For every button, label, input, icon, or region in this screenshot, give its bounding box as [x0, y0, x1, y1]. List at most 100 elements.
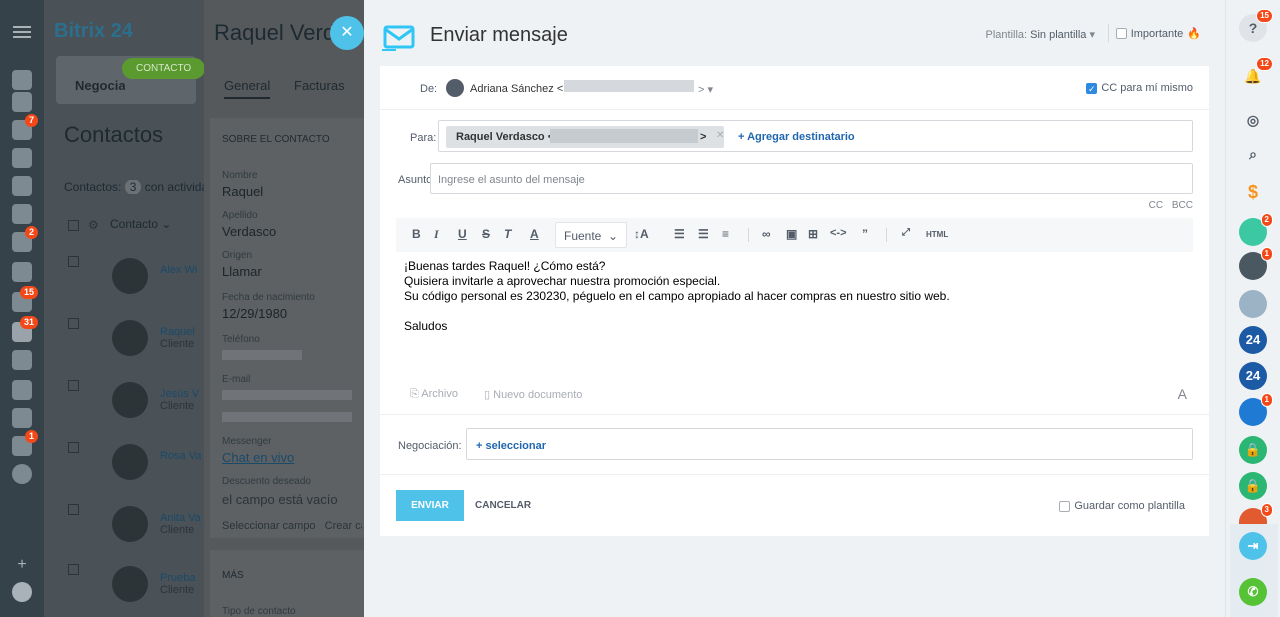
quote-icon[interactable]: ” [862, 227, 868, 241]
feed-icon[interactable] [12, 92, 32, 112]
contact-pill[interactable]: CONTACTO [122, 58, 206, 79]
groups-icon[interactable] [12, 262, 32, 282]
numbered-list-icon[interactable]: ☰ [674, 227, 685, 241]
code-icon[interactable]: <-> [830, 227, 847, 239]
phone-icon[interactable]: ✆ [1239, 578, 1267, 606]
star-icon[interactable]: ☆ [169, 126, 185, 146]
row-checkbox[interactable] [68, 504, 79, 515]
important-toggle[interactable]: Importante 🔥 [1115, 27, 1201, 40]
contact-name[interactable]: Jesús V [160, 388, 199, 400]
bullet-list-icon[interactable]: ☰ [698, 227, 709, 241]
plus-icon[interactable]: + [12, 556, 32, 576]
cancel-button[interactable]: CANCELAR [475, 500, 531, 511]
fullscreen-icon[interactable]: ⤢ [902, 227, 910, 238]
table-row[interactable]: Rosa Va [64, 436, 214, 496]
underline-button[interactable]: U [458, 227, 467, 241]
select-all-checkbox[interactable] [68, 220, 79, 231]
lock-icon[interactable]: 🔒 [1239, 472, 1267, 500]
dollar-icon[interactable]: $ [1239, 178, 1267, 206]
add-recipient-link[interactable]: + Agregar destinatario [738, 131, 855, 143]
deal-field[interactable] [466, 428, 1193, 460]
link-icon[interactable]: ∞ [762, 227, 771, 241]
messenger-link[interactable]: Chat en vivo [222, 450, 294, 465]
document-icon[interactable] [12, 176, 32, 196]
table-row[interactable]: Jesús V Cliente [64, 374, 214, 434]
mail-icon[interactable]: 2 [12, 226, 38, 252]
contact-name[interactable]: Raquel [160, 326, 195, 338]
pinwheel-icon[interactable] [12, 70, 32, 90]
send-button[interactable]: ENVIAR [396, 490, 464, 521]
settings-icon[interactable] [12, 530, 32, 550]
sender-dropdown[interactable]: > ▾ [698, 83, 713, 96]
contact-center-icon[interactable] [12, 408, 32, 428]
messages-icon[interactable]: ◎ [1239, 106, 1267, 134]
table-row[interactable]: Alex Wi [64, 250, 214, 310]
cart-icon[interactable] [12, 380, 32, 400]
gear-icon[interactable]: ⚙ [88, 218, 99, 232]
new-document-button[interactable]: ▯ Nuevo documento [484, 388, 582, 401]
column-header-contact[interactable]: Contacto ⌄ [110, 217, 171, 231]
avatar[interactable] [1239, 290, 1267, 318]
row-checkbox[interactable] [68, 380, 79, 391]
calendar-icon[interactable]: 2 [1239, 213, 1273, 246]
bcc-link[interactable]: BCC [1172, 200, 1193, 211]
contact-name[interactable]: Alex Wi [160, 264, 197, 276]
table-row[interactable]: Anita Va Cliente [64, 498, 214, 558]
bold-button[interactable]: B [412, 227, 421, 241]
contact-name[interactable]: Rosa Va [160, 450, 201, 462]
clear-format-button[interactable]: T [504, 227, 511, 241]
strikethrough-button[interactable]: S [482, 227, 490, 241]
chevron-down-icon[interactable] [12, 464, 32, 484]
select-deal-link[interactable]: + seleccionar [476, 440, 546, 452]
align-icon[interactable]: ≡ [722, 227, 729, 241]
help-icon[interactable]: ? 15 [1239, 9, 1273, 42]
save-template-checkbox[interactable] [1059, 500, 1071, 512]
avatar[interactable]: 3 [1239, 503, 1273, 524]
save-template-toggle[interactable]: Guardar como plantilla [1059, 500, 1185, 512]
drive-icon[interactable] [12, 204, 32, 224]
row-checkbox[interactable] [68, 256, 79, 267]
image-icon[interactable]: ▣ [786, 227, 797, 241]
b24-icon[interactable]: 24 [1239, 362, 1267, 390]
bell-icon[interactable]: 🔔 12 [1239, 57, 1273, 90]
remove-recipient-icon[interactable]: ✕ [716, 130, 724, 141]
html-button[interactable]: HTML [926, 230, 948, 239]
target-icon[interactable] [12, 350, 32, 370]
cc-self-checkbox[interactable]: ✓ [1086, 82, 1098, 94]
row-checkbox[interactable] [68, 442, 79, 453]
contact-name[interactable]: Anita Va [160, 512, 201, 524]
font-color-button[interactable]: A [530, 227, 539, 241]
create-field-link[interactable]: Crear campo [325, 520, 362, 532]
row-checkbox[interactable] [68, 318, 79, 329]
tab-general[interactable]: General [224, 78, 271, 99]
contact-name[interactable]: Prueba [160, 572, 195, 584]
message-body[interactable]: ¡Buenas tardes Raquel! ¿Cómo está? Quisi… [404, 259, 950, 334]
attach-file-button[interactable]: ⎘ Archivo [410, 388, 458, 401]
cc-self-toggle[interactable]: ✓ CC para mí mismo [1086, 82, 1193, 94]
template-selector[interactable]: Plantilla: Sin plantilla ▾ [986, 28, 1095, 41]
font-select[interactable]: Fuente ⌄ [555, 222, 627, 248]
avatar[interactable]: 1 [1239, 247, 1273, 280]
table-row[interactable]: Prueba Cliente [64, 558, 214, 617]
search-icon[interactable]: ⌕ [1239, 140, 1267, 168]
italic-button[interactable]: I [434, 227, 439, 242]
tab-deals[interactable]: Negociaciones [75, 78, 125, 93]
tasks-icon[interactable]: 15 [12, 286, 38, 312]
row-checkbox[interactable] [68, 564, 79, 575]
table-icon[interactable]: ⊞ [808, 227, 818, 241]
sender-select[interactable]: Adriana Sánchez < [470, 83, 563, 95]
chat-icon[interactable]: 7 [12, 114, 38, 140]
b24-icon[interactable]: 24 [1239, 326, 1267, 354]
lock-icon[interactable]: 🔒 [1239, 436, 1267, 464]
tab-invoices[interactable]: Facturas [294, 78, 345, 93]
menu-icon[interactable] [13, 26, 31, 28]
transfer-icon[interactable]: ⇥ [1239, 532, 1267, 560]
crm-icon[interactable]: 31 [12, 316, 38, 342]
calendar-icon[interactable] [12, 148, 32, 168]
important-checkbox[interactable] [1115, 28, 1127, 39]
select-field-link[interactable]: Seleccionar campo [222, 520, 316, 532]
font-size-button[interactable]: ↕A [634, 227, 649, 241]
group-icon[interactable]: 1 [1239, 393, 1273, 426]
crown-icon[interactable] [12, 582, 32, 602]
cc-link[interactable]: CC [1149, 200, 1163, 211]
